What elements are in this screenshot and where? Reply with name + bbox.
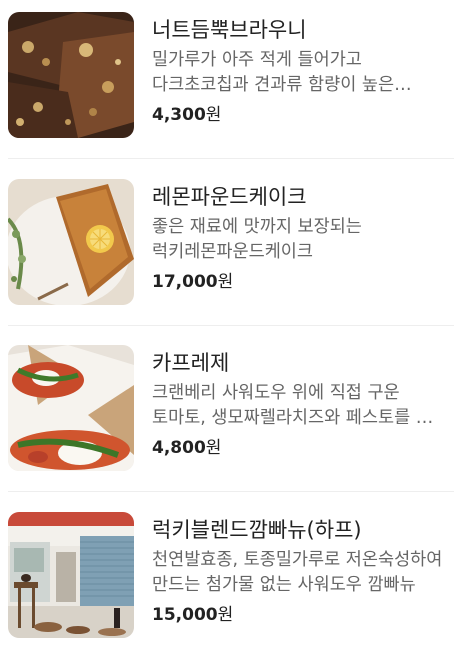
caprese-photo (8, 345, 134, 471)
product-title[interactable]: 럭키블렌드깜빠뉴(하프) (152, 516, 452, 544)
divider (8, 491, 454, 492)
price-currency: 원 (205, 438, 222, 458)
product-image-brownie[interactable] (8, 12, 134, 138)
product-image-lemon-cake[interactable] (8, 179, 134, 305)
product-price: 4,300원 (152, 103, 221, 127)
price-value: 17,000 (152, 272, 218, 292)
product-title[interactable]: 레몬파운드케이크 (152, 183, 452, 211)
divider (8, 325, 454, 326)
product-image-caprese[interactable] (8, 345, 134, 471)
product-title[interactable]: 너트듬뿍브라우니 (152, 16, 452, 44)
lemon-pound-cake-photo (8, 179, 134, 305)
product-description: 천연발효종, 토종밀가루로 저온숙성하여 만드는 첨가물 없는 사워도우 깜빠뉴 (152, 550, 443, 595)
product-item[interactable]: 레몬파운드케이크 좋은 재료에 맛까지 보장되는 럭키레몬파운드케이크 17,0… (0, 175, 462, 326)
product-price: 4,800원 (152, 436, 221, 460)
product-description: 크랜베리 사워도우 위에 직접 구운 토마토, 생모짜렐라치즈와 페스토를 올린… (152, 383, 448, 428)
product-item[interactable]: 카프레제 크랜베리 사워도우 위에 직접 구운 토마토, 생모짜렐라치즈와 페스… (0, 341, 462, 492)
brownie-photo (8, 12, 134, 138)
product-price: 17,000원 (152, 270, 233, 294)
product-description: 좋은 재료에 맛까지 보장되는 럭키레몬파운드케이크 (152, 217, 362, 262)
price-currency: 원 (217, 272, 234, 292)
product-price: 15,000원 (152, 603, 233, 627)
price-currency: 원 (205, 105, 222, 125)
price-value: 4,800 (152, 438, 206, 458)
price-value: 15,000 (152, 605, 218, 625)
product-item[interactable]: 럭키블렌드깜빠뉴(하프) 천연발효종, 토종밀가루로 저온숙성하여 만드는 첨가… (0, 508, 462, 648)
product-image-storefront[interactable] (8, 512, 134, 638)
price-currency: 원 (217, 605, 234, 625)
product-item[interactable]: 너트듬뿍브라우니 밀가루가 아주 적게 들어가고 다크초코칩과 견과류 함량이 … (0, 8, 462, 159)
divider (8, 158, 454, 159)
storefront-photo (8, 512, 134, 638)
price-value: 4,300 (152, 105, 206, 125)
product-description: 밀가루가 아주 적게 들어가고 다크초코칩과 견과류 함량이 높은 너트듬뿍브라… (152, 50, 395, 95)
product-title[interactable]: 카프레제 (152, 349, 452, 377)
